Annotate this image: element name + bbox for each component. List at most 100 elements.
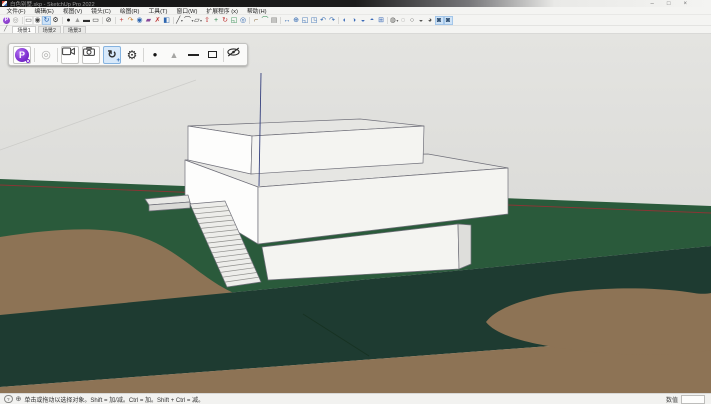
shaded-style-icon[interactable]: ◕ [426, 16, 435, 25]
settings-gear-icon[interactable]: ⚙ [51, 16, 60, 25]
record-animation-button[interactable]: ◎ [38, 47, 54, 63]
toolbar-separator [57, 48, 58, 62]
offset-icon[interactable]: ◎ [239, 16, 248, 25]
arc-tool-icon[interactable]: ⌒▾ [184, 16, 194, 25]
rotate-icon[interactable]: ↻ [221, 16, 230, 25]
spot-light-button[interactable]: ▲ [166, 47, 182, 63]
scene-tab-1[interactable]: 场景1 [12, 26, 35, 33]
toolbar-separator [34, 48, 35, 62]
toolbar-separator [249, 17, 250, 24]
menu-window[interactable]: 窗口(W) [172, 6, 202, 15]
geolocation-icon[interactable]: ⊕ [16, 396, 22, 403]
line-light-icon [188, 54, 199, 56]
toolbar-separator [338, 17, 339, 24]
toolbar-separator [102, 17, 103, 24]
scene-tabs: 场景1场景2场景3 [12, 26, 86, 33]
toolbar-separator [22, 17, 23, 24]
point-light-icon: ● [153, 50, 158, 59]
pan-view-icon[interactable]: ◑ [350, 16, 359, 25]
render-plugin-toolbar: P ◎ ↻ + ⚙ ● ▲ [8, 43, 248, 66]
spot-light-icon: ▲ [170, 50, 179, 60]
position-camera-icon[interactable]: ▰ [144, 16, 153, 25]
record-animation-icon[interactable]: ◎ [11, 16, 20, 25]
zoom-icon[interactable]: ⊕ [292, 16, 301, 25]
point-light-button[interactable]: ● [147, 47, 163, 63]
point-light-icon[interactable]: ● [64, 16, 73, 25]
settings-gear-button[interactable]: ⚙ [124, 47, 140, 63]
line-light-icon[interactable]: ▬ [82, 16, 91, 25]
bottom-slab-side [458, 224, 471, 269]
photo-camera-button[interactable] [82, 46, 100, 64]
line-tool-icon[interactable]: ╱▾ [175, 16, 184, 25]
plugin-logo-icon: P [15, 48, 29, 62]
app-icon [2, 1, 7, 6]
menu-help[interactable]: 帮助(H) [242, 6, 271, 15]
tape-measure-icon[interactable]: ⌐ [252, 16, 261, 25]
photo-camera-icon[interactable]: ◉ [33, 16, 42, 25]
pan-icon[interactable]: ↔ [283, 16, 292, 25]
toolbar-separator [280, 17, 281, 24]
xray-style-icon[interactable]: ◌ [399, 16, 408, 25]
previous-view-icon[interactable]: ◒ [359, 16, 368, 25]
axes-icon[interactable]: + [117, 16, 126, 25]
sync-view-button[interactable]: ↻ + [103, 46, 121, 64]
area-light-icon[interactable]: ▭ [91, 16, 100, 25]
views-icon[interactable]: ⊞ [377, 16, 386, 25]
scale-icon[interactable]: ◱ [230, 16, 239, 25]
scene-tab-2[interactable]: 场景2 [38, 26, 61, 33]
line-light-button[interactable] [185, 47, 201, 63]
maximize-button[interactable]: □ [667, 1, 671, 7]
rectangle-tool-icon[interactable]: ▱▾ [194, 16, 203, 25]
redo-icon[interactable]: ↷ [328, 16, 337, 25]
toolbar-separator [173, 17, 174, 24]
undo-icon[interactable]: ↶ [319, 16, 328, 25]
sketchup-window: { "window": { "title": "白色别墅.skp - Sketc… [0, 0, 711, 400]
menu-tools[interactable]: 工具(T) [144, 6, 172, 15]
scene-tab-3[interactable]: 场景3 [63, 26, 86, 33]
window-controls: – □ × [651, 0, 687, 7]
plugin-logo[interactable]: P [13, 46, 31, 64]
close-button[interactable]: × [683, 1, 687, 7]
scene-tool-icon[interactable]: ╱ [4, 26, 7, 32]
minimize-button[interactable]: – [651, 1, 654, 7]
wireframe-style-icon[interactable]: ○ [408, 16, 417, 25]
sync-view-icon[interactable]: ↻ [42, 16, 51, 25]
hidden-line-style-icon[interactable]: ◒ [417, 16, 426, 25]
styles-dropdown-icon[interactable]: ◍▾ [390, 16, 399, 25]
model-viewport[interactable]: P ◎ ↻ + ⚙ ● ▲ [0, 34, 711, 393]
next-view-icon[interactable]: ◓ [368, 16, 377, 25]
menu-draw[interactable]: 绘图(R) [115, 6, 144, 15]
push-pull-icon[interactable]: ⇧ [203, 16, 212, 25]
look-around-icon[interactable]: ◉ [135, 16, 144, 25]
menu-extensions[interactable]: 扩展程序 (x) [202, 6, 243, 15]
area-light-icon [208, 51, 217, 58]
help-icon[interactable]: ? [4, 395, 13, 404]
follow-me-icon[interactable]: ↷ [126, 16, 135, 25]
toolbar-separator [115, 17, 116, 24]
dropdown-caret: ▾ [181, 18, 183, 23]
textured-style-icon[interactable]: ◙ [435, 16, 444, 25]
orbit-icon[interactable]: ◐ [341, 16, 350, 25]
spot-light-icon[interactable]: ▲ [73, 16, 82, 25]
paint-bucket-icon[interactable]: ◧ [162, 16, 171, 25]
zoom-extents-icon[interactable]: ◳ [310, 16, 319, 25]
photo-camera-icon [83, 47, 95, 56]
zoom-window-icon[interactable]: ◱ [301, 16, 310, 25]
plus-badge: + [116, 58, 120, 64]
record-animation-icon: ◎ [41, 48, 51, 61]
sync-view-icon: ↻ [107, 48, 116, 61]
section-plane-icon[interactable]: ▤ [270, 16, 279, 25]
toolbar-separator [62, 17, 63, 24]
measurements-input[interactable] [681, 395, 705, 404]
hide-lights-icon[interactable]: ⊘ [104, 16, 113, 25]
video-camera-icon[interactable]: ▭ [24, 16, 33, 25]
erase-icon[interactable]: ✗ [153, 16, 162, 25]
move-icon[interactable]: + [212, 16, 221, 25]
monochrome-style-icon[interactable]: ◙ [444, 16, 453, 25]
protractor-icon[interactable]: ⌒ [261, 16, 270, 25]
area-light-button[interactable] [204, 47, 220, 63]
model-canvas[interactable] [0, 34, 711, 393]
video-camera-button[interactable] [61, 46, 79, 64]
plugin-logo-small[interactable]: P [2, 16, 11, 25]
hide-lights-button[interactable] [227, 47, 243, 63]
